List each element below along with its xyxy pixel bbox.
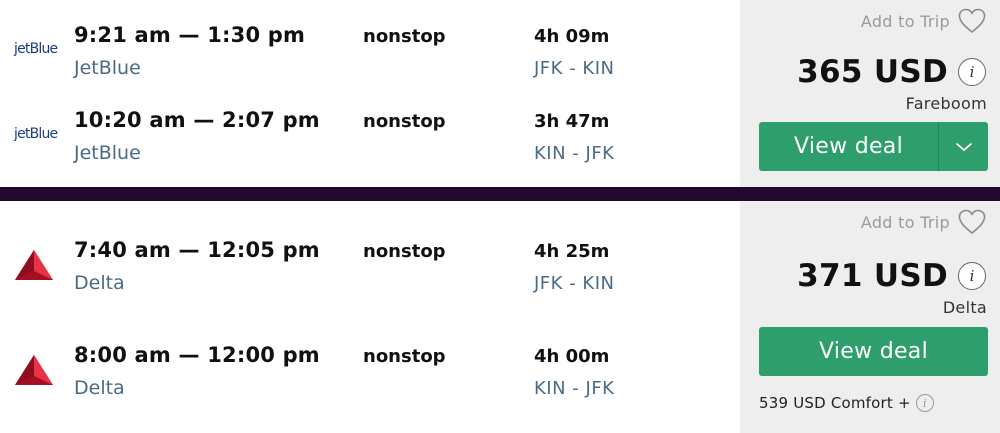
info-icon[interactable]: i (915, 394, 934, 412)
comfort-plus-fare[interactable]: 539 USD Comfort + i (759, 394, 934, 412)
flight-times: 9:21 am — 1:30 pm (74, 23, 306, 47)
stops-label: nonstop (363, 241, 446, 262)
price-panel: Add to Trip 371 USD i Delta View deal 53… (740, 201, 1000, 433)
flight-duration: 4h 09m (534, 26, 610, 47)
price-row: 365 USD i (797, 54, 986, 90)
view-deal-button[interactable]: View deal (759, 327, 988, 376)
add-to-trip-button[interactable]: Add to Trip (861, 8, 986, 34)
comfort-plus-label: 539 USD Comfort + (759, 394, 911, 412)
add-to-trip-label: Add to Trip (860, 11, 950, 31)
provider-name: Fareboom (905, 94, 987, 113)
result-card-jetblue[interactable]: jetBlue 9:21 am — 1:30 pm JetBlue nonsto… (0, 0, 1000, 187)
outbound-leg: jetBlue 9:21 am — 1:30 pm JetBlue nonsto… (0, 23, 740, 83)
airline-name: JetBlue (74, 57, 141, 79)
heart-icon (958, 8, 986, 34)
add-to-trip-button[interactable]: Add to Trip (861, 209, 986, 235)
deal-options-dropdown[interactable] (939, 122, 988, 171)
view-deal-label: View deal (819, 339, 928, 364)
info-icon[interactable]: i (958, 262, 986, 290)
result-card-delta[interactable]: 7:40 am — 12:05 pm Delta nonstop 4h 25m … (0, 201, 1000, 433)
delta-logo (14, 351, 60, 391)
airline-name: JetBlue (74, 142, 141, 164)
jetblue-logo: jetBlue (14, 41, 58, 57)
heart-icon (958, 209, 986, 235)
stops-label: nonstop (363, 346, 446, 367)
view-deal-label: View deal (794, 134, 903, 159)
add-to-trip-label: Add to Trip (860, 212, 950, 232)
flight-route: JFK - KIN (534, 58, 615, 79)
return-leg: 8:00 am — 12:00 pm Delta nonstop 4h 00m … (0, 343, 740, 403)
flight-duration: 4h 25m (534, 241, 610, 262)
flight-times: 8:00 am — 12:00 pm (74, 343, 320, 367)
flight-route: KIN - JFK (534, 378, 615, 399)
outbound-leg: 7:40 am — 12:05 pm Delta nonstop 4h 25m … (0, 238, 740, 298)
airline-name: Delta (74, 377, 125, 399)
flight-route: KIN - JFK (534, 143, 615, 164)
provider-name: Delta (942, 298, 987, 317)
return-leg: jetBlue 10:20 am — 2:07 pm JetBlue nonst… (0, 108, 740, 168)
flight-legs: 7:40 am — 12:05 pm Delta nonstop 4h 25m … (0, 201, 740, 433)
view-deal-button[interactable]: View deal (759, 122, 988, 171)
jetblue-logo: jetBlue (14, 126, 58, 142)
price: 365 USD (797, 54, 948, 90)
info-icon[interactable]: i (958, 58, 986, 86)
flight-route: JFK - KIN (534, 273, 615, 294)
flight-times: 7:40 am — 12:05 pm (74, 238, 320, 262)
flight-duration: 3h 47m (534, 111, 610, 132)
chevron-down-icon (955, 142, 972, 151)
price-row: 371 USD i (797, 258, 986, 294)
flight-legs: jetBlue 9:21 am — 1:30 pm JetBlue nonsto… (0, 0, 740, 187)
flight-times: 10:20 am — 2:07 pm (74, 108, 320, 132)
delta-logo (14, 246, 60, 286)
results-divider (0, 187, 1000, 201)
stops-label: nonstop (363, 111, 446, 132)
flight-duration: 4h 00m (534, 346, 610, 367)
stops-label: nonstop (363, 26, 446, 47)
airline-name: Delta (74, 272, 125, 294)
price-panel: Add to Trip 365 USD i Fareboom View deal (740, 0, 1000, 187)
price: 371 USD (797, 258, 948, 294)
